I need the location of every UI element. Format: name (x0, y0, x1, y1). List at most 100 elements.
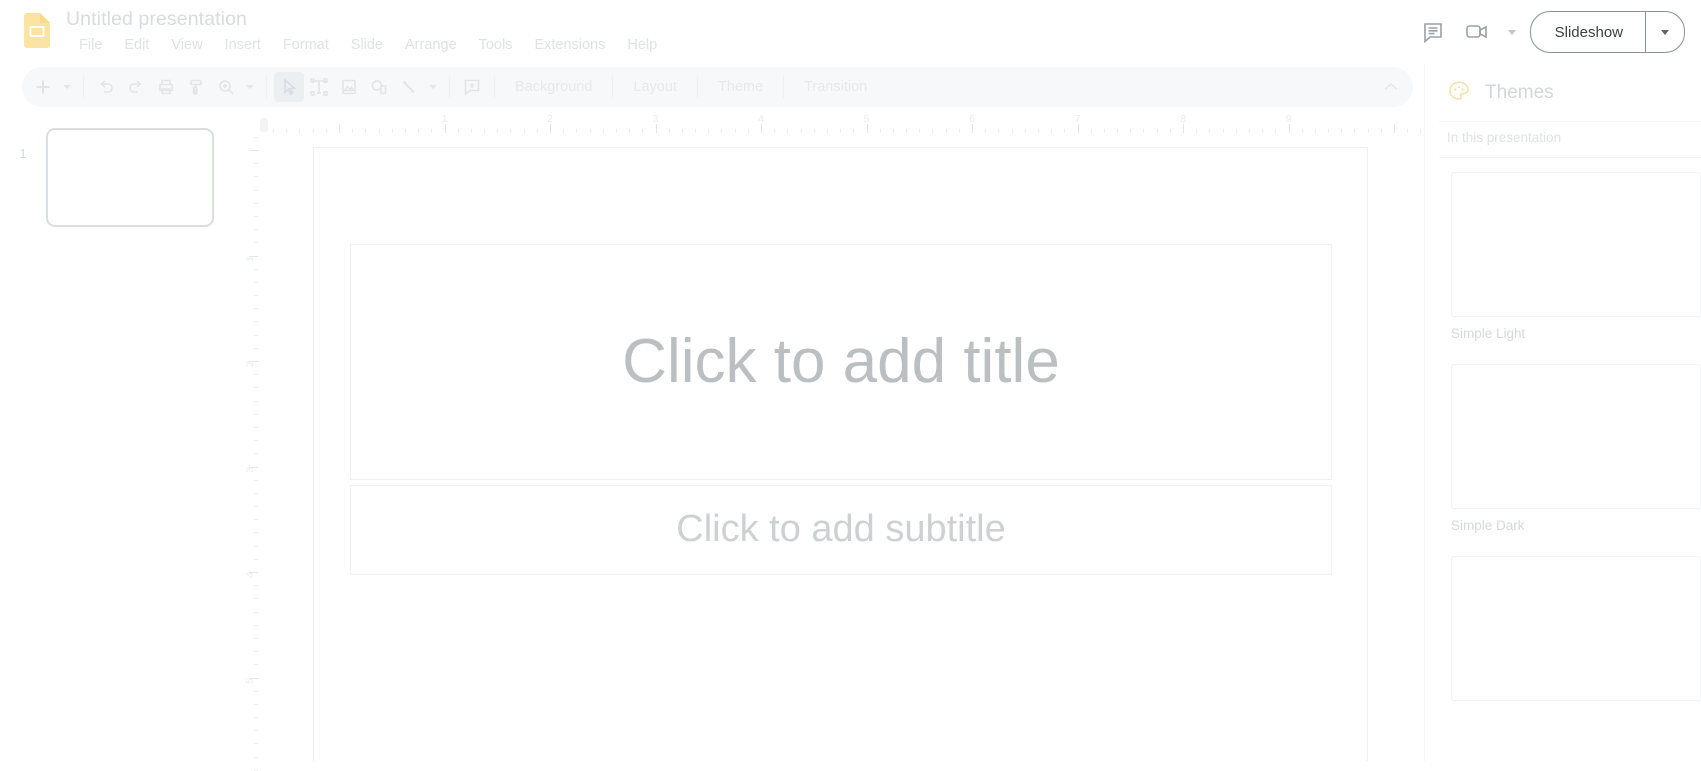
app-header: Untitled presentation File Edit View Ins… (0, 0, 1701, 64)
zoom-button[interactable] (211, 72, 241, 102)
theme-label: Simple Dark (1451, 518, 1525, 533)
menu-format[interactable]: Format (272, 34, 340, 56)
slide-surface[interactable]: Click to add title Click to add subtitle (313, 147, 1368, 761)
ruler-tick (510, 129, 512, 133)
ruler-tick (734, 129, 736, 133)
ruler-tick (972, 124, 973, 133)
ruler-tick (1301, 129, 1303, 133)
shape-button[interactable] (364, 72, 394, 102)
vertical-ruler[interactable]: 1 2 3 4 5 (232, 134, 258, 771)
ruler-tick (1354, 129, 1356, 133)
toolbar-divider (783, 76, 785, 98)
menu-tools[interactable]: Tools (468, 34, 524, 56)
ruler-tick (299, 129, 301, 133)
ruler-tick (457, 129, 459, 133)
transition-button[interactable]: Transition (791, 74, 880, 100)
ruler-tick (1117, 129, 1119, 133)
text-box-button[interactable] (304, 72, 334, 102)
theme-list[interactable]: Simple Light Simple Dark (1425, 164, 1701, 761)
comment-history-icon[interactable] (1413, 12, 1453, 52)
ruler-tick (1064, 129, 1066, 133)
ruler-tick (352, 129, 354, 133)
layout-button[interactable]: Layout (620, 74, 690, 100)
slide-canvas[interactable]: Click to add title Click to add subtitle (258, 134, 1425, 761)
ruler-tick (695, 129, 697, 133)
ruler-label: 5 (863, 113, 870, 125)
menu-file[interactable]: File (68, 34, 113, 56)
themes-header-divider (1439, 121, 1701, 122)
slideshow-options-button[interactable] (1645, 12, 1684, 52)
themes-section-divider (1439, 157, 1701, 158)
insert-image-button[interactable] (334, 72, 364, 102)
theme-simple-dark[interactable]: Simple Dark (1451, 364, 1701, 533)
menu-view[interactable]: View (160, 34, 213, 56)
ruler-tick (312, 129, 314, 133)
menu-extensions[interactable]: Extensions (523, 34, 616, 56)
line-button[interactable] (394, 72, 424, 102)
theme-button[interactable]: Theme (705, 74, 776, 100)
subtitle-placeholder-box[interactable]: Click to add subtitle (350, 485, 1332, 575)
toolbar-divider (494, 76, 495, 98)
ruler-tick (536, 129, 538, 133)
title-placeholder-box[interactable]: Click to add title (350, 244, 1332, 480)
theme-thumbnail[interactable] (1451, 364, 1701, 509)
print-button[interactable] (151, 72, 181, 102)
video-camera-icon[interactable] (1457, 12, 1497, 52)
ruler-tick (1103, 129, 1105, 133)
meet-button-group[interactable] (1457, 12, 1516, 52)
menu-slide[interactable]: Slide (340, 34, 394, 56)
ruler-tick (985, 129, 987, 133)
background-button[interactable]: Background (502, 74, 605, 100)
slideshow-button[interactable]: Slideshow (1531, 12, 1645, 52)
new-slide-caret[interactable] (58, 72, 76, 102)
menu-edit[interactable]: Edit (113, 34, 160, 56)
chevron-down-icon (246, 85, 254, 89)
menu-bar: File Edit View Insert Format Slide Arran… (68, 34, 668, 56)
ruler-tick (1275, 129, 1277, 133)
ruler-tick (470, 129, 472, 133)
menu-arrange[interactable]: Arrange (394, 34, 468, 56)
slide-number-label: 1 (19, 146, 27, 161)
title-block: Untitled presentation (66, 4, 247, 34)
horizontal-ruler[interactable]: 1 2 3 4 5 6 7 8 9 (258, 110, 1448, 134)
theme-thumbnail[interactable] (1451, 556, 1701, 701)
ruler-label: 4 (758, 113, 764, 125)
slide-filmstrip-panel[interactable]: 1 (0, 110, 233, 761)
zoom-caret[interactable] (241, 72, 259, 102)
theme-thumbnail[interactable] (1451, 172, 1701, 317)
redo-button[interactable] (121, 72, 151, 102)
ruler-tick (642, 129, 644, 133)
ruler-tick (1156, 129, 1158, 133)
paint-roller-icon[interactable] (181, 72, 211, 102)
new-slide-button[interactable] (28, 72, 58, 102)
toolbar-divider (266, 76, 267, 98)
ruler-label: 2 (244, 361, 256, 367)
ruler-tick (1011, 129, 1013, 133)
ruler-tick (787, 129, 789, 133)
menu-help[interactable]: Help (616, 34, 668, 56)
ruler-tick (1169, 129, 1171, 133)
ruler-tick (747, 129, 749, 133)
select-tool-button[interactable] (274, 72, 304, 102)
ruler-tick (589, 129, 591, 133)
ruler-tick (1024, 129, 1026, 133)
ruler-tick (1420, 129, 1422, 133)
collapse-toolbar-button[interactable] (1375, 72, 1407, 102)
slideshow-button-group[interactable]: Slideshow (1529, 11, 1685, 53)
chevron-down-icon[interactable] (1507, 29, 1516, 35)
toolbar-divider (449, 76, 450, 98)
menu-insert[interactable]: Insert (214, 34, 272, 56)
slide-thumbnail-1[interactable] (46, 128, 214, 227)
line-caret[interactable] (424, 72, 442, 102)
ruler-tick (958, 129, 960, 133)
theme-simple-light[interactable]: Simple Light (1451, 172, 1701, 341)
undo-button[interactable] (91, 72, 121, 102)
document-title[interactable]: Untitled presentation (66, 4, 247, 34)
ruler-tick (484, 129, 486, 133)
theme-third[interactable] (1451, 556, 1701, 710)
add-comment-button[interactable] (457, 72, 487, 102)
ruler-tick (721, 129, 723, 133)
ruler-tick (1209, 129, 1211, 133)
slides-logo-icon[interactable] (24, 13, 50, 48)
ruler-tick (866, 124, 868, 133)
